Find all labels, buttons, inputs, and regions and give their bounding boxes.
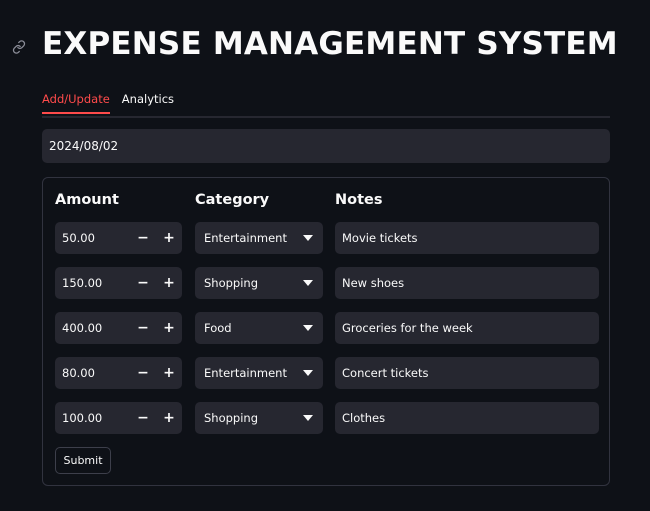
date-input[interactable] [42,129,610,163]
amount-stepper: − + [55,401,182,435]
decrement-button[interactable]: − [130,357,156,389]
increment-button[interactable]: + [156,222,182,254]
expense-row: − + Food [43,311,611,345]
notes-input[interactable] [335,312,599,344]
increment-button[interactable]: + [156,267,182,299]
decrement-button[interactable]: − [130,222,156,254]
category-value: Entertainment [204,231,287,245]
expense-row: − + Shopping [43,266,611,300]
category-select[interactable]: Shopping [195,267,323,299]
expense-form: Amount Category Notes − + Entertainment … [42,177,610,486]
tab-analytics[interactable]: Analytics [122,88,174,112]
category-select[interactable]: Shopping [195,402,323,434]
category-header: Category [195,192,270,208]
amount-input[interactable] [55,221,130,255]
notes-input[interactable] [335,222,599,254]
chevron-down-icon [303,235,313,241]
amount-stepper: − + [55,221,182,255]
expense-row: − + Shopping [43,401,611,435]
amount-stepper: − + [55,266,182,300]
link-icon[interactable] [10,38,28,56]
expense-row: − + Entertainment [43,356,611,390]
decrement-button[interactable]: − [130,267,156,299]
increment-button[interactable]: + [156,357,182,389]
category-value: Food [204,321,232,335]
tab-add-update[interactable]: Add/Update [42,88,110,114]
notes-input[interactable] [335,357,599,389]
decrement-button[interactable]: − [130,312,156,344]
expense-row: − + Entertainment [43,221,611,255]
page: EXPENSE MANAGEMENT SYSTEM Add/Update Ana… [0,0,650,511]
chevron-down-icon [303,415,313,421]
amount-header: Amount [55,192,119,208]
amount-stepper: − + [55,311,182,345]
increment-button[interactable]: + [156,312,182,344]
amount-input[interactable] [55,311,130,345]
chevron-down-icon [303,325,313,331]
category-select[interactable]: Food [195,312,323,344]
amount-input[interactable] [55,266,130,300]
page-title: EXPENSE MANAGEMENT SYSTEM [42,26,618,62]
notes-header: Notes [335,192,383,208]
category-select[interactable]: Entertainment [195,222,323,254]
amount-stepper: − + [55,356,182,390]
tab-bar: Add/Update Analytics [42,88,610,118]
notes-input[interactable] [335,402,599,434]
notes-input[interactable] [335,267,599,299]
submit-button[interactable]: Submit [55,447,111,474]
amount-input[interactable] [55,401,130,435]
chevron-down-icon [303,370,313,376]
increment-button[interactable]: + [156,402,182,434]
category-value: Shopping [204,411,259,425]
chevron-down-icon [303,280,313,286]
category-select[interactable]: Entertainment [195,357,323,389]
decrement-button[interactable]: − [130,402,156,434]
amount-input[interactable] [55,356,130,390]
category-value: Shopping [204,276,259,290]
category-value: Entertainment [204,366,287,380]
